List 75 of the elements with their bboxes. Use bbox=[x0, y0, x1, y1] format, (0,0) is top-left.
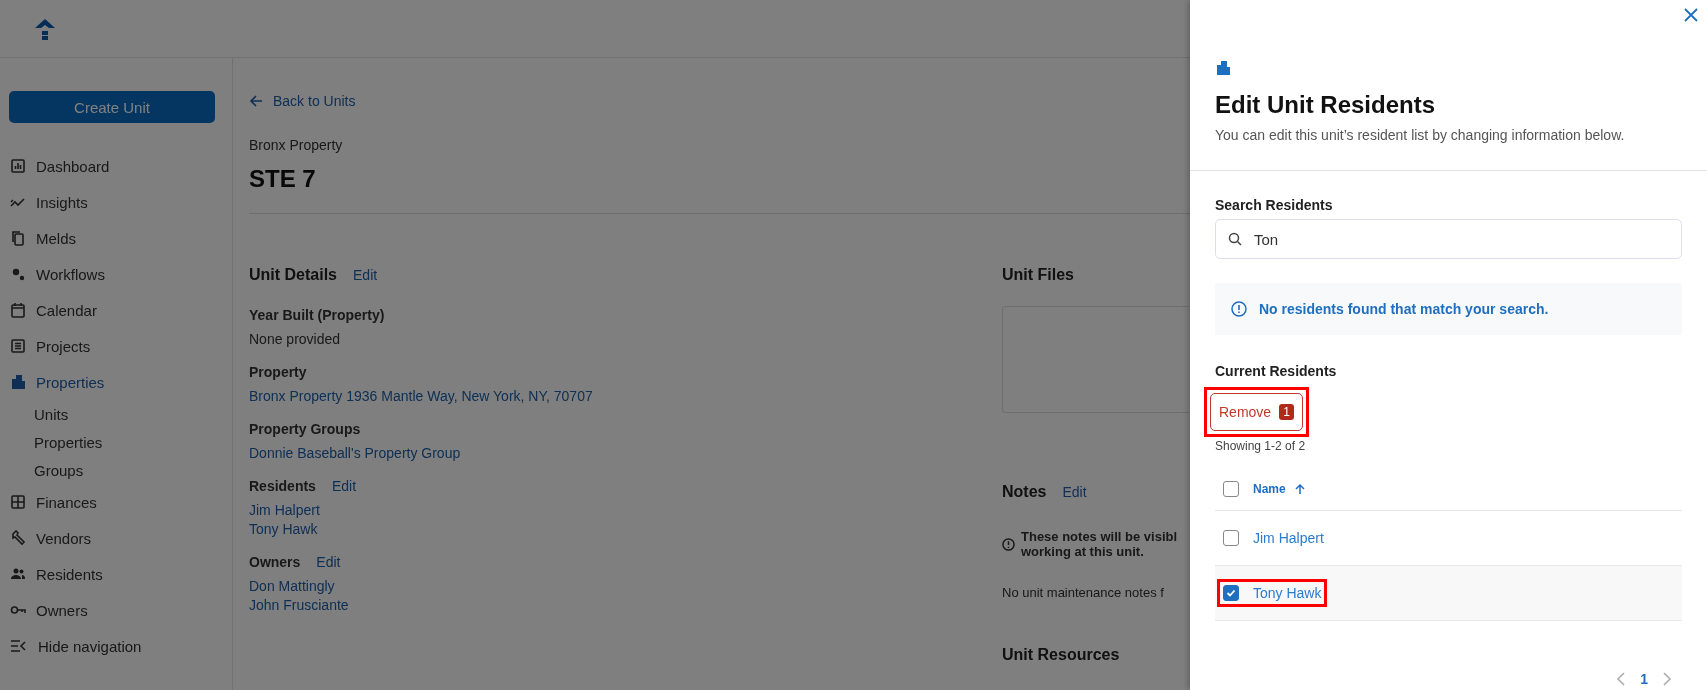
checkbox[interactable] bbox=[1223, 585, 1239, 601]
edit-link[interactable]: Edit bbox=[316, 554, 341, 570]
collapse-menu-icon bbox=[10, 639, 26, 653]
property-name: Bronx Property bbox=[249, 137, 343, 153]
nav-item[interactable]: Finances bbox=[0, 484, 232, 520]
showing-count: Showing 1-2 of 2 bbox=[1215, 439, 1306, 453]
section-title: Unit Resources bbox=[1002, 646, 1120, 664]
remove-button[interactable]: Remove 1 bbox=[1210, 393, 1303, 431]
building-icon bbox=[10, 374, 26, 390]
close-icon[interactable] bbox=[1683, 7, 1699, 23]
empty-notes-text: No unit maintenance notes f bbox=[1002, 585, 1165, 600]
nav-item[interactable]: Insights bbox=[0, 184, 232, 220]
panel-subtitle: You can edit this unit’s resident list by changing information below. bbox=[1215, 127, 1625, 143]
nav-item[interactable]: Dashboard bbox=[0, 148, 232, 184]
nav-subitem[interactable]: Groups bbox=[0, 456, 232, 484]
edit-link[interactable]: Edit bbox=[353, 267, 378, 283]
people-icon bbox=[10, 566, 26, 582]
field-link[interactable]: Bronx Property 1936 Mantle Way, New York, NY, 70707 bbox=[249, 388, 593, 404]
field-link[interactable]: John Frusciante bbox=[249, 597, 349, 613]
field-link[interactable]: Tony Hawk bbox=[249, 521, 318, 537]
wrench-icon bbox=[10, 530, 26, 546]
notes-info-text: These notes will be visibl working at this unit. bbox=[1021, 529, 1178, 559]
count-badge: 1 bbox=[1279, 404, 1294, 420]
field-value: None provided bbox=[249, 331, 341, 347]
chevron-right-icon[interactable] bbox=[1662, 672, 1672, 686]
alert-text: No residents found that match your search. bbox=[1259, 301, 1549, 317]
field-label: Residents bbox=[249, 478, 316, 494]
nav-item[interactable]: Owners bbox=[0, 592, 232, 628]
list-icon bbox=[10, 338, 26, 354]
field-label: Property Groups bbox=[249, 421, 361, 437]
logo-icon[interactable] bbox=[34, 17, 56, 40]
section-title: Notes bbox=[1002, 483, 1047, 501]
field-link[interactable]: Don Mattingly bbox=[249, 578, 335, 594]
nav-item[interactable]: Vendors bbox=[0, 520, 232, 556]
field-label: Owners bbox=[249, 554, 301, 570]
back-link[interactable]: Back to Units bbox=[249, 93, 356, 109]
checkbox[interactable] bbox=[1223, 530, 1239, 546]
nav-item[interactable]: Residents bbox=[0, 556, 232, 592]
chart-icon bbox=[10, 158, 26, 174]
column-header[interactable]: Name bbox=[1253, 481, 1306, 496]
page-link[interactable]: 1 bbox=[1640, 671, 1648, 687]
resident-link[interactable]: Tony Hawk bbox=[1253, 585, 1322, 601]
copy-icon bbox=[10, 230, 26, 246]
nav-item[interactable]: Projects bbox=[0, 328, 232, 364]
field-link[interactable]: Donnie Baseball's Property Group bbox=[249, 445, 461, 461]
checkbox[interactable] bbox=[1223, 480, 1239, 497]
info-icon bbox=[1002, 537, 1015, 551]
section-title: Unit Files bbox=[1002, 266, 1074, 284]
nav-subitem[interactable]: Properties bbox=[0, 428, 232, 456]
section-title: Unit Details bbox=[249, 266, 337, 284]
section-title: Current Residents bbox=[1215, 363, 1337, 379]
field-label: Year Built (Property) bbox=[249, 307, 385, 323]
field-label: Property bbox=[249, 364, 307, 380]
calendar-icon bbox=[10, 302, 26, 318]
arrow-left-icon bbox=[249, 94, 263, 108]
panel-title: Edit Unit Residents bbox=[1215, 91, 1436, 119]
edit-link[interactable]: Edit bbox=[1062, 484, 1087, 500]
field-link[interactable]: Jim Halpert bbox=[249, 502, 320, 518]
field-label: Search Residents bbox=[1215, 197, 1333, 213]
nav-item[interactable]: Melds bbox=[0, 220, 232, 256]
building-icon bbox=[1215, 60, 1231, 76]
edit-link[interactable]: Edit bbox=[331, 478, 357, 494]
nav-item[interactable]: Calendar bbox=[0, 292, 232, 328]
hide-navigation-link[interactable]: Hide navigation bbox=[0, 628, 232, 664]
resident-link[interactable]: Jim Halpert bbox=[1253, 530, 1324, 546]
search-field[interactable]: Ton bbox=[1215, 219, 1682, 259]
create-unit-button[interactable]: Create Unit bbox=[9, 91, 215, 123]
nav-item[interactable]: Properties bbox=[0, 364, 232, 400]
info-icon bbox=[1231, 301, 1247, 317]
chevron-left-icon[interactable] bbox=[1616, 672, 1627, 686]
nav-item[interactable]: Workflows bbox=[0, 256, 232, 292]
check-icon bbox=[1225, 587, 1237, 599]
unit-title: STE 7 bbox=[249, 165, 316, 193]
nav-subitem[interactable]: Units bbox=[0, 400, 232, 428]
calculator-icon bbox=[10, 494, 26, 510]
